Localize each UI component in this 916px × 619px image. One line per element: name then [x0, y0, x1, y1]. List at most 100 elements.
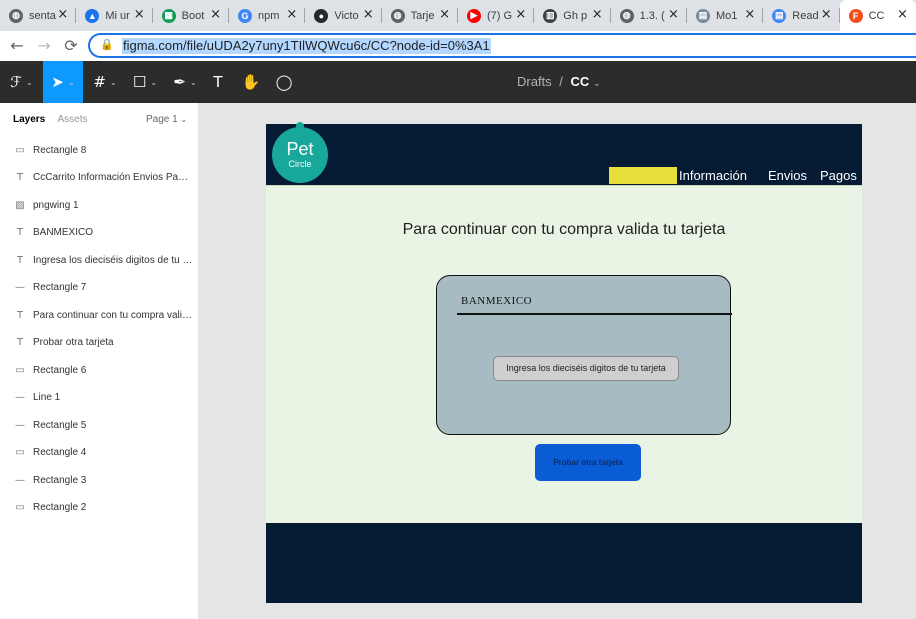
- line-icon: —: [15, 392, 25, 403]
- line-icon: —: [15, 419, 25, 431]
- close-icon[interactable]: ×: [134, 8, 145, 22]
- image-icon: ▨: [15, 199, 25, 211]
- figma-menu-button[interactable]: ℱ ⌄: [0, 61, 43, 103]
- browser-tab[interactable]: ▥ Gh p ×: [534, 0, 611, 31]
- browser-tab[interactable]: ▶ (7) G ×: [458, 0, 535, 31]
- browser-tab[interactable]: ◍ Tarje ×: [382, 0, 458, 31]
- layer-row[interactable]: T BANMEXICO: [0, 223, 199, 243]
- browser-tab[interactable]: ▦ Boot ×: [153, 0, 229, 31]
- reload-icon[interactable]: ⟳: [60, 35, 82, 57]
- layer-row[interactable]: T Ingresa los dieciséis digitos de tu tar…: [0, 250, 199, 270]
- cursor-arrow-icon: ➤: [51, 73, 64, 91]
- try-another-card-button[interactable]: Probar otra tarjeta: [535, 444, 641, 481]
- layer-row[interactable]: ▭ Rectangle 6: [0, 360, 199, 380]
- close-icon[interactable]: ×: [592, 8, 603, 22]
- layer-row[interactable]: ▭ Rectangle 2: [0, 498, 199, 518]
- hand-tool-button[interactable]: ✋: [238, 61, 264, 103]
- breadcrumb-drafts[interactable]: Drafts: [517, 74, 552, 89]
- layer-row[interactable]: T CcCarrito Información Envios Pagos: [0, 168, 199, 188]
- figma-canvas[interactable]: Pet Circle Información Envios Pagos Para…: [199, 103, 916, 619]
- layer-row[interactable]: ▭ Rectangle 8: [0, 140, 199, 160]
- layer-row[interactable]: ▭ Rectangle 4: [0, 443, 199, 463]
- github-icon: ●: [314, 8, 329, 23]
- browser-tab[interactable]: ▤ Read ×: [763, 0, 840, 31]
- close-icon[interactable]: ×: [668, 8, 679, 22]
- browser-tab[interactable]: ◍ senta ×: [0, 0, 77, 31]
- browser-tab[interactable]: ▤ Mo1 ×: [687, 0, 764, 31]
- pet-circle-logo[interactable]: Pet Circle: [272, 122, 328, 183]
- close-icon[interactable]: ×: [286, 8, 297, 22]
- browser-tab[interactable]: Gnpm ×: [229, 0, 306, 31]
- frame-tool-button[interactable]: # ⌄: [85, 61, 125, 103]
- shape-tool-button[interactable]: ☐ ⌄: [125, 61, 165, 103]
- globe-icon: ◍: [9, 8, 23, 23]
- breadcrumb-separator: /: [559, 74, 563, 89]
- card-panel[interactable]: BANMEXICO Ingresa los dieciséis digitos …: [436, 275, 732, 435]
- browser-tab[interactable]: ● Victo ×: [305, 0, 382, 31]
- layer-name: Probar otra tarjeta: [33, 337, 114, 348]
- file-name[interactable]: CC: [571, 74, 590, 89]
- chevron-down-icon[interactable]: ⌄: [593, 78, 601, 88]
- tab-layers[interactable]: Layers: [13, 114, 45, 125]
- card-number-input[interactable]: Ingresa los dieciséis digitos de tu tarj…: [493, 356, 679, 381]
- youtube-icon: ▶: [466, 8, 481, 23]
- panel-tabs: Layers Assets: [13, 114, 98, 125]
- close-icon[interactable]: ×: [210, 8, 221, 22]
- close-icon[interactable]: ×: [57, 8, 68, 22]
- tab-assets[interactable]: Assets: [57, 114, 87, 125]
- pen-tool-button[interactable]: ✒ ⌄: [165, 61, 205, 103]
- hand-icon: ✋: [241, 73, 261, 91]
- comment-tool-button[interactable]: ◯: [271, 61, 297, 103]
- pen-icon: ✒: [173, 73, 186, 91]
- nav-pagos[interactable]: Pagos: [820, 168, 857, 183]
- move-tool-button[interactable]: ➤ ⌄: [43, 61, 83, 103]
- chevron-down-icon: ⌄: [150, 77, 158, 87]
- figma-icon: F: [848, 8, 863, 23]
- design-frame[interactable]: Pet Circle Información Envios Pagos Para…: [266, 122, 862, 603]
- forward-icon[interactable]: →: [33, 35, 55, 57]
- nav-informacion[interactable]: Información: [679, 168, 747, 183]
- cart-highlight[interactable]: [609, 167, 677, 184]
- layer-name: Rectangle 5: [33, 419, 87, 431]
- address-bar[interactable]: 🔒 figma.com/file/uUDA2y7uny1TIlWQWcu6c/C…: [88, 33, 916, 58]
- browser-nav-bar: ← → ⟳ 🔒 figma.com/file/uUDA2y7uny1TIlWQW…: [0, 31, 916, 61]
- rectangle-icon: ▭: [15, 502, 25, 513]
- close-icon[interactable]: ×: [744, 8, 755, 22]
- site-footer[interactable]: [266, 523, 862, 603]
- text-tool-button[interactable]: T: [205, 61, 231, 103]
- chevron-down-icon: ⌄: [109, 77, 117, 87]
- sheets-icon: ▦: [161, 8, 176, 23]
- card-divider[interactable]: [457, 313, 732, 315]
- url-text[interactable]: figma.com/file/uUDA2y7uny1TIlWQWcu6c/CC?…: [122, 37, 491, 54]
- layer-name: Rectangle 6: [33, 364, 87, 376]
- text-icon: T: [16, 309, 24, 321]
- tab-title: Boot: [181, 9, 205, 22]
- layer-row[interactable]: — Rectangle 5: [0, 415, 199, 435]
- browser-tab[interactable]: F CC ×: [839, 0, 916, 31]
- close-icon[interactable]: ×: [439, 8, 450, 22]
- browser-tab[interactable]: ◍ 1.3. (×: [611, 0, 687, 31]
- docs-icon: ▤: [772, 8, 787, 23]
- bank-name[interactable]: BANMEXICO: [461, 295, 532, 307]
- layer-row[interactable]: T Para continuar con tu compra valida tu …: [0, 305, 199, 325]
- browser-tab[interactable]: ▲ Mi ur ×: [76, 0, 153, 31]
- page-heading[interactable]: Para continuar con tu compra valida tu t…: [266, 221, 862, 239]
- site-header[interactable]: Pet Circle Información Envios Pagos: [266, 122, 862, 185]
- layer-row[interactable]: T Probar otra tarjeta: [0, 333, 199, 353]
- text-icon: T: [16, 172, 24, 183]
- chevron-down-icon: ⌄: [180, 115, 188, 124]
- layer-row[interactable]: ▨ pngwing 1: [0, 195, 199, 215]
- google-icon: G: [237, 8, 252, 23]
- tab-title: Victo: [334, 9, 359, 22]
- layer-row[interactable]: — Rectangle 3: [0, 470, 199, 490]
- layer-row[interactable]: — Rectangle 7: [0, 278, 199, 298]
- page-selector[interactable]: Page 1 ⌄: [146, 114, 187, 125]
- back-icon[interactable]: ←: [6, 35, 28, 57]
- close-icon[interactable]: ×: [821, 8, 832, 22]
- close-icon[interactable]: ×: [363, 8, 374, 22]
- close-icon[interactable]: ×: [515, 8, 526, 22]
- close-icon[interactable]: ×: [897, 8, 908, 22]
- lock-icon[interactable]: 🔒: [100, 38, 116, 54]
- nav-envios[interactable]: Envios: [768, 168, 807, 183]
- layer-row[interactable]: — Line 1: [0, 388, 199, 408]
